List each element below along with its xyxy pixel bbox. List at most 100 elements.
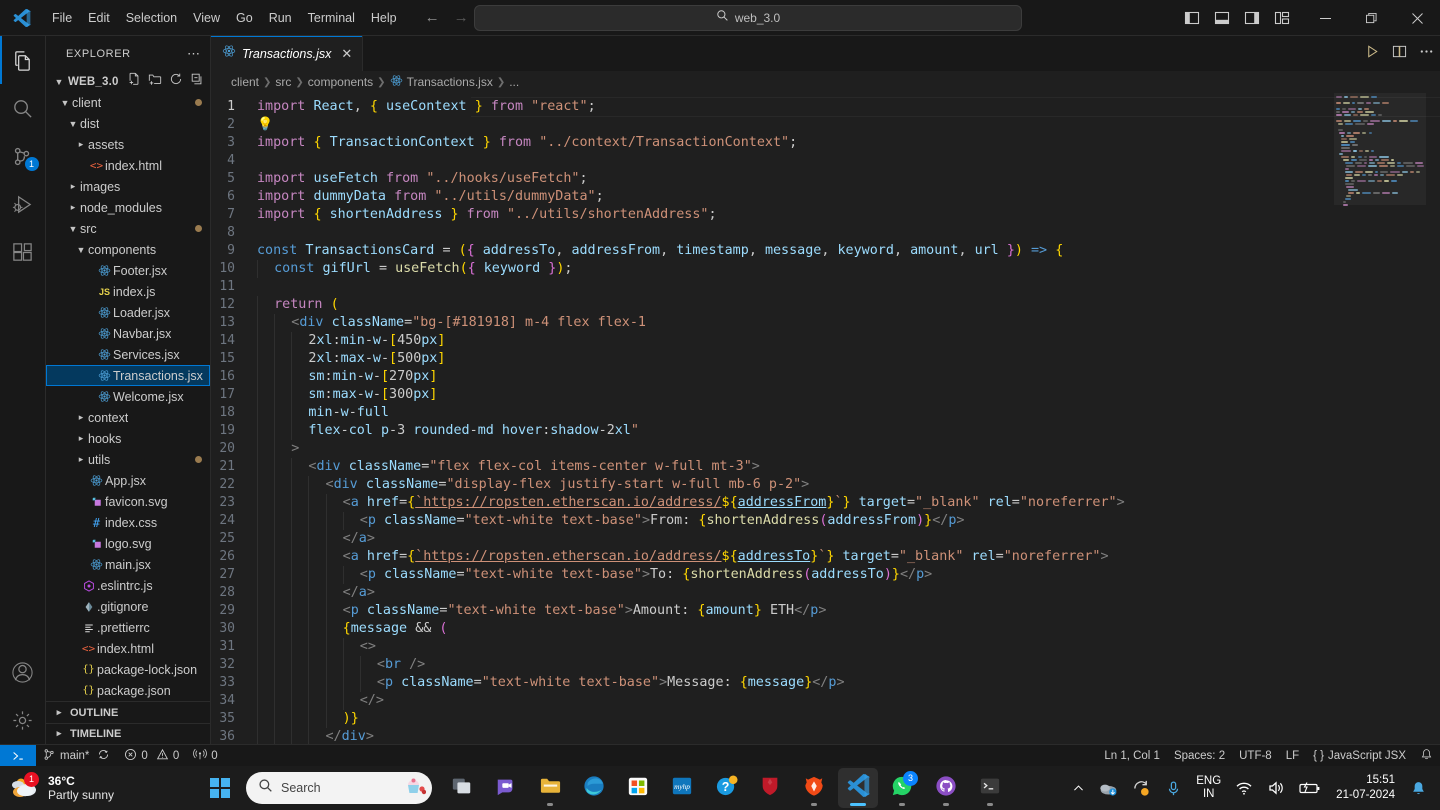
taskbar-app-terminal[interactable] [970, 768, 1010, 808]
taskbar-weather-widget[interactable]: 1 36°C Partly sunny [0, 774, 200, 802]
tree-item-utils[interactable]: ▸ utils [46, 449, 210, 470]
tree-item-dist[interactable]: ▼ dist [46, 113, 210, 134]
lightbulb-icon[interactable]: 💡 [257, 117, 273, 132]
chevron-right-icon[interactable]: ▸ [74, 139, 88, 150]
code-line[interactable]: 25 </a> [211, 530, 1440, 548]
code-line[interactable]: 6 import dummyData from "../utils/dummyDa… [211, 188, 1440, 206]
breadcrumb-item-2[interactable]: components [308, 75, 373, 89]
status-branch[interactable]: main* [36, 745, 117, 767]
code-line[interactable]: 15 2xl:max-w-[500px] [211, 350, 1440, 368]
activity-item-settings[interactable] [0, 696, 46, 744]
tree-item-logo-svg[interactable]: logo.svg [46, 533, 210, 554]
file-tree[interactable]: ▼ client ▼ dist ▸ assets <> index.html ▸ images ▸ n… [46, 92, 210, 701]
arrow-right-icon[interactable]: → [454, 9, 469, 26]
chevron-down-icon[interactable]: ▼ [74, 245, 88, 255]
code-line[interactable]: 32 <br /> [211, 656, 1440, 674]
microphone-icon[interactable] [1158, 768, 1189, 808]
tab-transactions-jsx[interactable]: Transactions.jsx ✕ [211, 36, 363, 71]
window-restore-button[interactable] [1348, 0, 1394, 36]
code-line[interactable]: 2 💡 [211, 116, 1440, 134]
code-line[interactable]: 29 <p className="text-white text-base">A… [211, 602, 1440, 620]
tree-item-node-modules[interactable]: ▸ node_modules [46, 197, 210, 218]
status-indentation[interactable]: Spaces: 2 [1167, 745, 1232, 767]
activity-item-source-control[interactable]: 1 [0, 132, 46, 180]
code-line[interactable]: 34 </> [211, 692, 1440, 710]
menu-file[interactable]: File [44, 7, 80, 29]
code-line[interactable]: 1 import React, { useContext } from "reac… [211, 98, 1440, 116]
tree-item-favicon-svg[interactable]: favicon.svg [46, 491, 210, 512]
tree-item-client[interactable]: ▼ client [46, 92, 210, 113]
breadcrumb-item-4[interactable]: ... [509, 75, 519, 89]
new-file-icon[interactable] [127, 72, 141, 91]
chevron-down-icon[interactable]: ▼ [66, 119, 80, 129]
activity-item-explorer[interactable] [0, 36, 46, 84]
status-notifications[interactable] [1413, 745, 1440, 767]
minimap-slider[interactable] [1334, 93, 1426, 205]
onedrive-icon[interactable] [1092, 768, 1125, 808]
tree-item-images[interactable]: ▸ images [46, 176, 210, 197]
timeline-section-header[interactable]: ▸ TIMELINE [46, 723, 210, 744]
code-line[interactable]: 18 min-w-full [211, 404, 1440, 422]
customize-layout-icon[interactable] [1272, 8, 1292, 28]
tree-item-assets[interactable]: ▸ assets [46, 134, 210, 155]
new-folder-icon[interactable] [148, 72, 162, 91]
tree-item-context[interactable]: ▸ context [46, 407, 210, 428]
outline-section-header[interactable]: ▸ OUTLINE [46, 701, 210, 722]
menu-run[interactable]: Run [261, 7, 300, 29]
code-line[interactable]: 24 <p className="text-white text-base">F… [211, 512, 1440, 530]
tree-item-transactions-jsx[interactable]: Transactions.jsx [46, 365, 210, 386]
code-line[interactable]: 4 [211, 152, 1440, 170]
windows-start-icon[interactable] [200, 768, 240, 808]
code-line[interactable]: 19 flex-col p-3 rounded-md hover:shadow-… [211, 422, 1440, 440]
taskbar-app-mcafee[interactable] [750, 768, 790, 808]
taskbar-app-microsoft-teams[interactable] [486, 768, 526, 808]
menu-view[interactable]: View [185, 7, 228, 29]
tree-item--eslintrc-js[interactable]: .eslintrc.js [46, 575, 210, 596]
status-line-endings[interactable]: LF [1279, 745, 1306, 767]
taskbar-app-visual-studio-code[interactable] [838, 768, 878, 808]
code-content[interactable]: 1 import React, { useContext } from "reac… [211, 93, 1440, 744]
code-line[interactable]: 33 <p className="text-white text-base">M… [211, 674, 1440, 692]
code-line[interactable]: 5 import useFetch from "../hooks/useFetch… [211, 170, 1440, 188]
code-line[interactable]: 22 <div className="display-flex justify-… [211, 476, 1440, 494]
code-line[interactable]: 17 sm:max-w-[300px] [211, 386, 1440, 404]
status-encoding[interactable]: UTF-8 [1232, 745, 1279, 767]
status-language-mode[interactable]: { } JavaScript JSX [1306, 745, 1413, 767]
window-close-button[interactable] [1394, 0, 1440, 36]
code-line[interactable]: 7 import { shortenAddress } from "../util… [211, 206, 1440, 224]
tree-item-package-json[interactable]: {} package.json [46, 680, 210, 701]
tree-item-navbar-jsx[interactable]: Navbar.jsx [46, 323, 210, 344]
toggle-secondary-sidebar-icon[interactable] [1242, 8, 1262, 28]
code-line[interactable]: 36 </div> [211, 728, 1440, 744]
tree-item-package-lock-json[interactable]: {} package-lock.json [46, 659, 210, 680]
menu-selection[interactable]: Selection [118, 7, 185, 29]
taskbar-app-microsoft-store[interactable] [618, 768, 658, 808]
code-line[interactable]: 12 return ( [211, 296, 1440, 314]
activity-item-accounts[interactable] [0, 648, 46, 696]
taskbar-search-input[interactable]: Search [246, 772, 432, 804]
code-line[interactable]: 13 <div className="bg-[#181918] m-4 flex… [211, 314, 1440, 332]
code-line[interactable]: 11 [211, 278, 1440, 296]
toggle-primary-sidebar-icon[interactable] [1182, 8, 1202, 28]
code-line[interactable]: 30 {message && ( [211, 620, 1440, 638]
code-line[interactable]: 35 )} [211, 710, 1440, 728]
chevron-up-icon[interactable] [1065, 768, 1092, 808]
breadcrumb-item-0[interactable]: client [231, 75, 259, 89]
tree-item-components[interactable]: ▼ components [46, 239, 210, 260]
status-ports[interactable]: 0 [186, 745, 224, 767]
sync-icon[interactable] [97, 748, 110, 764]
code-line[interactable]: 27 <p className="text-white text-base">T… [211, 566, 1440, 584]
refresh-icon[interactable] [169, 72, 183, 91]
taskbar-app-my-hp[interactable]: myhp [662, 768, 702, 808]
tree-item--prettierrc[interactable]: .prettierrc [46, 617, 210, 638]
chevron-right-icon[interactable]: ▸ [66, 202, 80, 213]
breadcrumb-item-1[interactable]: src [275, 75, 291, 89]
code-line[interactable]: 26 <a href={`https://ropsten.etherscan.i… [211, 548, 1440, 566]
tree-item-main-jsx[interactable]: main.jsx [46, 554, 210, 575]
arrow-left-icon[interactable]: ← [425, 9, 440, 26]
run-code-icon[interactable] [1365, 44, 1380, 64]
toggle-panel-icon[interactable] [1212, 8, 1232, 28]
code-line[interactable]: 8 [211, 224, 1440, 242]
code-line[interactable]: 16 sm:min-w-[270px] [211, 368, 1440, 386]
wifi-icon[interactable] [1228, 768, 1260, 808]
